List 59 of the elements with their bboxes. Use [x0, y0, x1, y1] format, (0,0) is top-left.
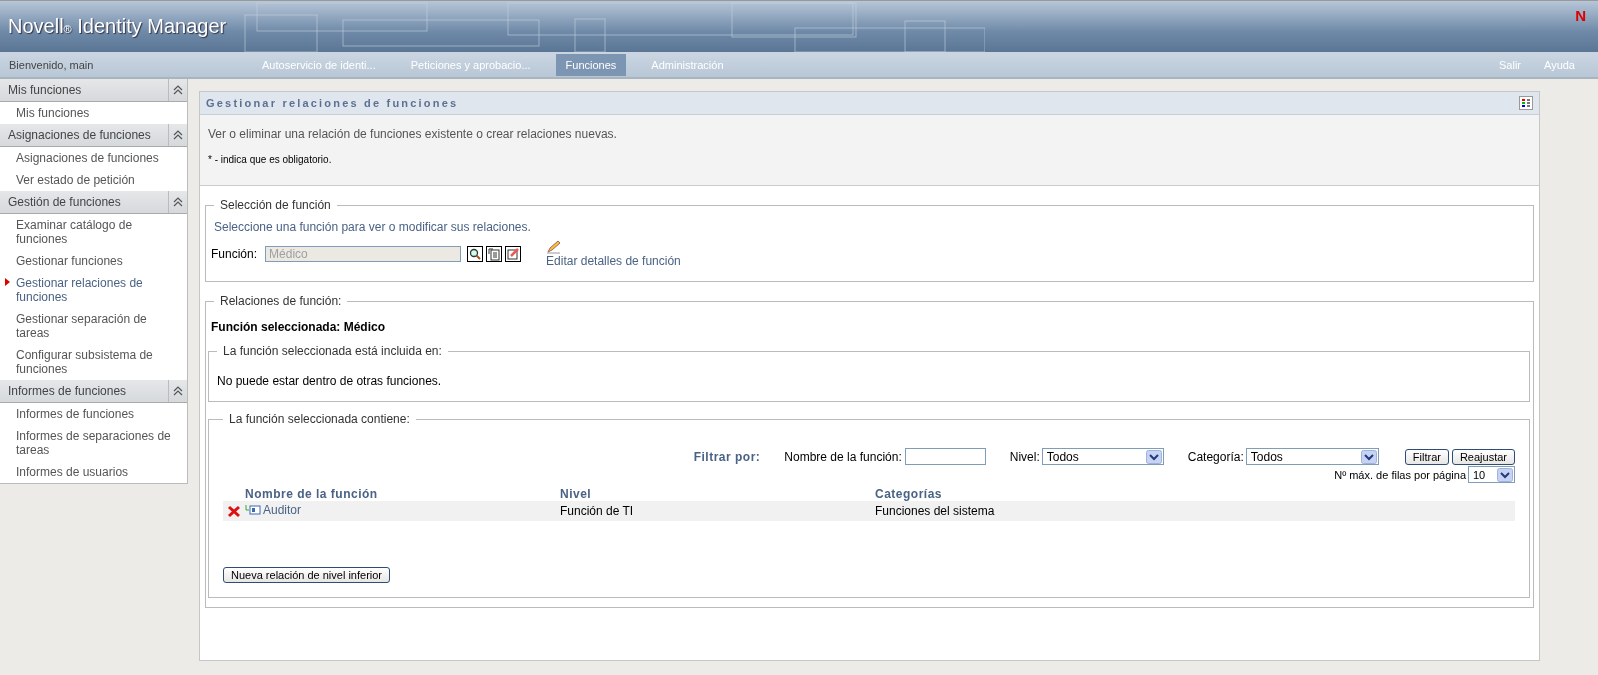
- sidebar-item[interactable]: Informes de funciones: [0, 403, 187, 425]
- search-icon[interactable]: [467, 246, 484, 262]
- delete-icon[interactable]: [227, 504, 241, 518]
- add-relation-button[interactable]: Nueva relación de nivel inferior: [223, 567, 391, 583]
- selected-role-text: Función seleccionada: Médico: [211, 320, 387, 334]
- required-note: * - indica que es obligatorio.: [208, 154, 333, 165]
- edit-details-link[interactable]: Editar detalles de función: [546, 254, 681, 268]
- logo-mark: N: [1575, 7, 1586, 24]
- hint-text: Seleccione una función para ver o modificar sus relaciones.: [214, 220, 532, 234]
- sidebar-item[interactable]: Gestionar funciones: [0, 250, 187, 272]
- sidebar-item[interactable]: Examinar catálogo de funciones: [0, 214, 187, 250]
- sidebar-item[interactable]: Gestionar relaciones de funciones: [0, 272, 187, 308]
- name-filter-field[interactable]: [904, 448, 986, 465]
- welcome-text: Bienvenido, main: [8, 58, 95, 71]
- pencil-icon[interactable]: [546, 240, 563, 254]
- edit-icon[interactable]: [505, 246, 522, 262]
- role-name-link[interactable]: Auditor: [263, 503, 302, 517]
- table-cell: Función de TI: [560, 501, 875, 521]
- field-label: Función:: [211, 247, 258, 261]
- sidebar-item[interactable]: Asignaciones de funciones: [0, 147, 187, 169]
- rows-per-page-dropdown[interactable]: 10: [1468, 466, 1515, 483]
- field-label: Categoría:: [1187, 449, 1244, 464]
- sidebar-section-header[interactable]: Gestión de funciones: [0, 191, 187, 214]
- column-header[interactable]: Nivel: [560, 485, 875, 501]
- collapse-icon[interactable]: [173, 130, 183, 140]
- group-legend: Relaciones de función:: [214, 294, 348, 308]
- sidebar-item[interactable]: Configurar subsistema de funciones: [0, 344, 187, 380]
- description-text: Ver o eliminar una relación de funciones existente o crear relaciones nuevas.: [208, 127, 618, 141]
- sidebar-item[interactable]: Mis funciones: [0, 102, 187, 124]
- filter-button[interactable]: Reajustar: [1451, 448, 1515, 465]
- message-text: No puede estar dentro de otras funciones.: [217, 374, 443, 388]
- sidebar-section-header[interactable]: Informes de funciones: [0, 380, 187, 403]
- grid-icon[interactable]: [1519, 96, 1533, 110]
- field-label: Nombre de la función:: [784, 449, 902, 464]
- group-legend: La función seleccionada contiene:: [223, 412, 416, 426]
- filter-button[interactable]: Filtrar: [1404, 448, 1449, 465]
- sidebar-section-header[interactable]: Asignaciones de funciones: [0, 124, 187, 147]
- collapse-icon[interactable]: [173, 386, 183, 396]
- field-label: Nivel:: [1009, 449, 1040, 464]
- filter-label: Filtrar por:: [693, 449, 761, 464]
- collapse-icon[interactable]: [173, 85, 183, 95]
- sidebar-item[interactable]: Ver estado de petición: [0, 169, 187, 191]
- group-legend: Selección de función: [214, 198, 337, 212]
- sidebar-item[interactable]: Informes de usuarios: [0, 461, 187, 483]
- level-dropdown[interactable]: Todos: [1041, 448, 1164, 465]
- sidebar-item[interactable]: Gestionar separación de tareas: [0, 308, 187, 344]
- field-label: Nº máx. de filas por página: [1334, 468, 1466, 481]
- category-dropdown[interactable]: Todos: [1245, 448, 1379, 465]
- column-header[interactable]: Categorías: [875, 485, 1515, 501]
- sidebar-item[interactable]: Informes de separaciones de tareas: [0, 425, 187, 461]
- table-cell: Funciones del sistema: [875, 501, 1515, 521]
- group-legend: La función seleccionada está incluida en:: [217, 344, 448, 358]
- collapse-icon[interactable]: [173, 197, 183, 207]
- column-header[interactable]: Nombre de la función: [245, 485, 560, 501]
- clipboard-icon[interactable]: [486, 246, 503, 262]
- panel-title: Gestionar relaciones de funciones: [206, 97, 459, 109]
- role-icon: [245, 504, 261, 516]
- sidebar-section-header[interactable]: Mis funciones: [0, 79, 187, 102]
- arrow-icon: [5, 278, 10, 286]
